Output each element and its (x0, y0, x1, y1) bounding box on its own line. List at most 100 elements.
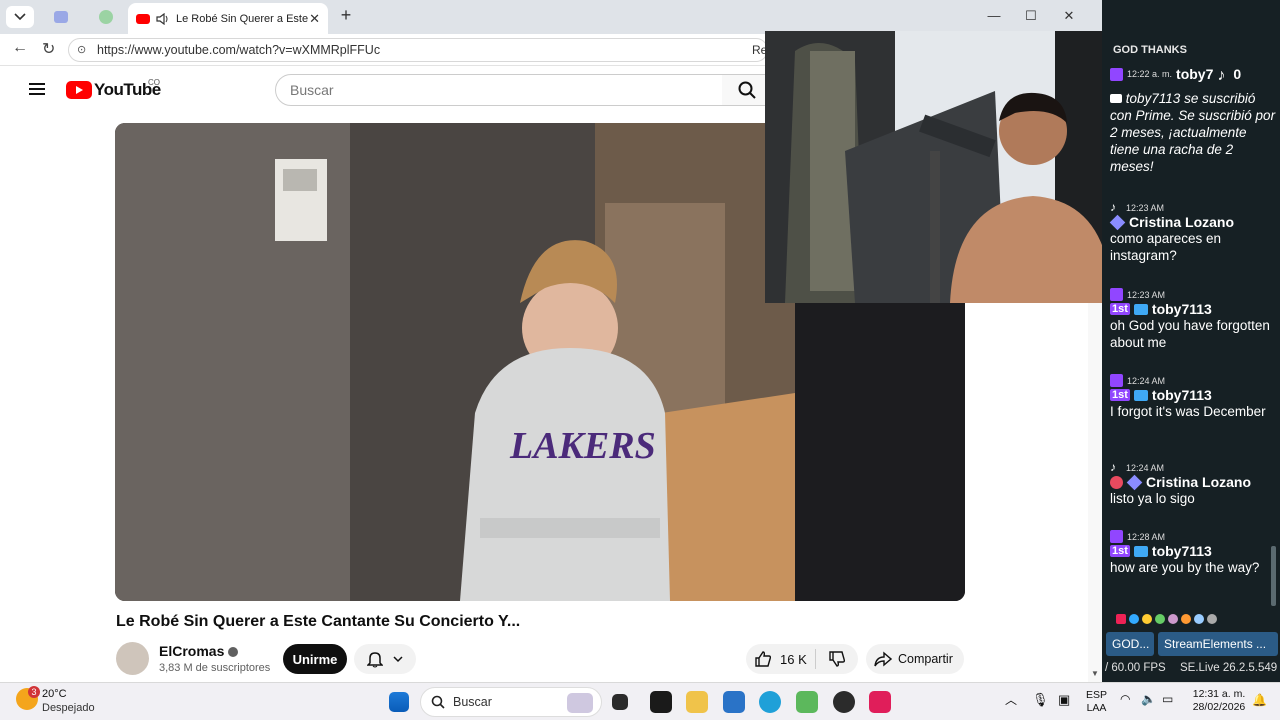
emote-strip (1116, 614, 1266, 624)
tiktok-badge-icon (1126, 474, 1143, 490)
tab-camera[interactable] (42, 4, 80, 30)
channel-avatar[interactable] (116, 642, 149, 675)
windows-start-icon[interactable] (389, 692, 409, 712)
dislike-button[interactable] (816, 650, 858, 668)
tab-youtube[interactable]: Le Robé Sin Querer a Este Cantante Su Co… (128, 3, 328, 34)
viewer-count: 0 (1233, 66, 1242, 82)
battery-icon[interactable]: ▭ (1162, 693, 1173, 706)
chat-top-user: toby7 (1176, 66, 1214, 82)
app-icon (99, 10, 113, 24)
subscriber-badge-icon: 1st (1110, 303, 1130, 315)
chat-message: 12:22 a. m. toby7 ♪ 0 toby7113 se suscri… (1110, 66, 1276, 174)
share-button[interactable]: Compartir (866, 644, 964, 674)
display-icon[interactable]: ▣ (1058, 693, 1070, 706)
prime-crown-icon (1133, 545, 1148, 557)
subscriber-count: 3,83 M de suscriptores (159, 662, 271, 674)
share-icon (874, 651, 892, 667)
back-icon[interactable]: ← (12, 39, 28, 57)
notifications-button[interactable] (354, 644, 416, 674)
chevron-down-icon (14, 13, 26, 21)
obs-app-icon[interactable] (796, 691, 818, 713)
chat-header: GOD THANKS (1113, 44, 1187, 56)
notification-bell-icon[interactable]: 🔔 (1252, 694, 1267, 707)
chevron-down-icon (393, 655, 403, 662)
task-view-icon[interactable] (612, 694, 628, 710)
tiktok-icon: ♪ (1110, 460, 1116, 474)
tab-god[interactable]: GOD... (1106, 632, 1154, 656)
fps-readout: / 60.00 FPS (1105, 662, 1166, 674)
youtube-play-icon (66, 81, 92, 99)
channel-name[interactable]: ElCromas (159, 643, 239, 659)
webcam-overlay (765, 31, 1112, 303)
camera-icon (54, 11, 68, 23)
url-text: https://www.youtube.com/watch?v=wXMMRplF… (97, 43, 381, 57)
tiktok-live-icon[interactable] (869, 691, 891, 713)
new-tab-button[interactable]: + (336, 5, 356, 26)
store-icon[interactable] (723, 691, 745, 713)
wifi-icon[interactable]: ◠ (1120, 693, 1130, 706)
tab-streamelements[interactable]: StreamElements ... (1158, 632, 1278, 656)
edge-icon[interactable] (759, 691, 781, 713)
tab-list-button[interactable] (6, 6, 34, 28)
thumbs-up-icon (755, 651, 772, 667)
tiktok-icon: ♪ (1110, 200, 1116, 214)
minimize-button[interactable]: — (984, 8, 1004, 23)
clock[interactable]: 12:31 a. m. 28/02/2026 (1186, 688, 1252, 714)
twitch-icon (1110, 530, 1123, 543)
speaker-icon (156, 12, 168, 25)
obs-icon[interactable] (833, 691, 855, 713)
volume-icon[interactable]: 🔈 (1141, 693, 1156, 706)
language-indicator[interactable]: ESP LAA (1086, 689, 1107, 715)
tab-app[interactable] (87, 4, 125, 30)
like-button[interactable]: 16 K (746, 649, 816, 669)
version-label: SE.Live 26.2.5.549 (1180, 662, 1278, 674)
tab-title: Le Robé Sin Querer a Este Cantante Su Co… (176, 12, 309, 25)
prime-crown-icon (1133, 303, 1148, 315)
site-info-icon[interactable]: ⊙ (77, 43, 91, 57)
bell-icon (367, 651, 383, 667)
tiktok-badge-icon (1109, 214, 1126, 230)
close-window-button[interactable]: ✕ (1059, 8, 1079, 24)
chevron-up-icon[interactable]: ︿ (1005, 694, 1017, 707)
scroll-down-icon[interactable]: ▼ (1091, 669, 1099, 678)
maximize-button[interactable]: ☐ (1021, 8, 1041, 24)
chat-message: 12:28 AM 1st toby7113 how are you by the … (1110, 530, 1260, 575)
gift-badge-icon (1110, 475, 1123, 489)
like-dislike-group: 16 K (746, 644, 858, 674)
prime-crown-icon (1133, 389, 1148, 401)
verified-icon (228, 647, 239, 658)
twitch-icon (1110, 67, 1123, 81)
menu-icon[interactable] (29, 83, 45, 95)
weather-temp: 20°C (42, 688, 67, 700)
twitch-icon (1110, 374, 1123, 387)
webcam-frame (765, 31, 1112, 303)
join-button[interactable]: Unirme (283, 644, 347, 674)
youtube-logo[interactable]: YouTube CO (66, 78, 161, 100)
subscriber-badge-icon: 1st (1110, 545, 1130, 557)
weather-desc: Despejado (42, 702, 95, 714)
jersey-text: LAKERS (509, 425, 656, 467)
video-title: Le Robé Sin Querer a Este Cantante Su Co… (116, 613, 521, 630)
app-icon[interactable] (650, 691, 672, 713)
chat-message: ♪ 12:24 AM Cristina Lozano listo ya lo si… (1110, 460, 1252, 506)
search-input[interactable]: Buscar (275, 74, 723, 106)
tab-bar: Le Robé Sin Querer a Este Cantante Su Co… (0, 0, 1102, 34)
microphone-icon[interactable]: 🎙 (1032, 693, 1049, 706)
search-icon (431, 695, 445, 709)
reload-icon[interactable]: ↻ (42, 39, 55, 59)
address-bar[interactable]: ⊙ https://www.youtube.com/watch?v=wXMMRp… (68, 38, 768, 62)
chat-message: 12:23 AM 1st toby7113 oh God you have for… (1110, 288, 1270, 350)
twitch-icon (1110, 288, 1123, 301)
tiktok-icon: ♪ (1217, 66, 1226, 84)
search-highlight-icon (567, 693, 593, 713)
chat-scrollbar[interactable] (1271, 546, 1276, 606)
chat-message: 12:24 AM 1st toby7113 I forgot it's was D… (1110, 374, 1266, 419)
taskbar-search[interactable]: Buscar (420, 687, 602, 717)
taskbar: 3 20°C Despejado Buscar ︿ 🎙 ▣ ESP LAA ◠ … (0, 682, 1280, 720)
file-explorer-icon[interactable] (686, 691, 708, 713)
chat-message: ♪ 12:23 AM Cristina Lozano como apareces … (1109, 200, 1235, 263)
prime-crown-icon (1110, 94, 1122, 103)
youtube-favicon-icon (136, 13, 150, 24)
close-tab-icon[interactable]: ✕ (309, 11, 320, 27)
panel-tabs: GOD... StreamElements ... (1106, 632, 1278, 656)
